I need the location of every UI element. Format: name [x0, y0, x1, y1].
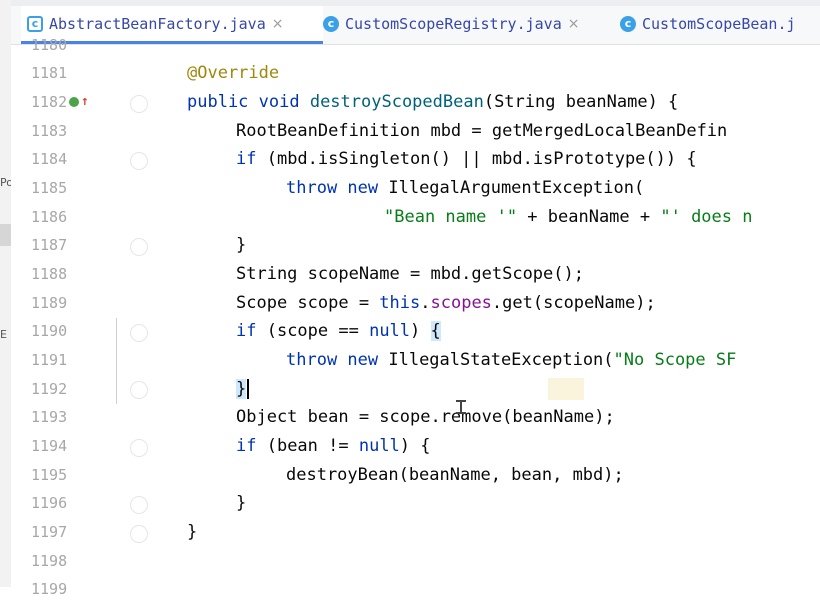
- java-class-icon: c: [620, 15, 636, 32]
- code-line: Object bean = scope.remove(beanName);: [236, 407, 615, 427]
- java-class-icon: c: [27, 15, 43, 32]
- line-number: 1189: [31, 294, 68, 312]
- line-number: 1195: [31, 466, 68, 484]
- fold-icon[interactable]: [130, 152, 148, 170]
- implements-icon: [69, 96, 79, 107]
- fold-icon[interactable]: [130, 324, 148, 342]
- editor-tab-bar: c AbstractBeanFactory.java × c CustomSco…: [11, 0, 820, 45]
- code-line: if (bean != null) {: [236, 436, 431, 456]
- line-number: 1188: [31, 265, 68, 283]
- code-line: }: [236, 235, 247, 255]
- override-marker-icon[interactable]: ↑: [69, 94, 89, 109]
- code-line: throw new IllegalStateException("No Scop…: [286, 350, 737, 370]
- java-class-icon: c: [323, 15, 339, 32]
- tab-custom-scope-registry[interactable]: c CustomScopeRegistry.java ×: [323, 6, 579, 41]
- code-line: @Override: [187, 63, 280, 83]
- fold-icon[interactable]: [130, 496, 148, 514]
- fold-icon[interactable]: [130, 238, 148, 256]
- line-number: 1194: [31, 437, 68, 455]
- line-number: 1198: [31, 552, 68, 570]
- text-caret: [247, 379, 250, 399]
- line-number: 1193: [31, 408, 68, 426]
- line-number: 1196: [31, 494, 68, 512]
- code-line: }: [236, 375, 250, 403]
- line-number: 1183: [31, 122, 68, 140]
- line-number: 1181: [31, 64, 68, 82]
- up-arrow-icon: ↑: [81, 94, 89, 109]
- occurrence-highlight: [548, 378, 584, 400]
- code-line: String scopeName = mbd.getScope();: [236, 264, 584, 284]
- line-number: 1185: [31, 179, 68, 197]
- code-line: Scope scope = this.scopes.get(scopeName)…: [236, 293, 656, 313]
- code-line: if (scope == null) {: [236, 321, 441, 341]
- tab-label: AbstractBeanFactory.java: [49, 14, 266, 33]
- matched-brace: }: [236, 379, 247, 399]
- line-number: 1186: [31, 208, 68, 226]
- fold-icon[interactable]: [130, 95, 148, 113]
- code-line: }: [187, 522, 198, 542]
- tab-custom-scope-bean[interactable]: c CustomScopeBean.j: [620, 6, 796, 41]
- line-number: 1191: [31, 351, 68, 369]
- tab-label: CustomScopeBean.j: [642, 14, 796, 33]
- mouse-text-cursor-icon: [456, 400, 466, 414]
- code-line: public void destroyScopedBean(String bea…: [187, 92, 679, 112]
- line-number: 1180: [31, 36, 68, 54]
- code-line: RootBeanDefinition mbd = getMergedLocalB…: [236, 121, 728, 141]
- adjacent-panel-strip: Po E: [0, 0, 13, 587]
- adjacent-panel-text: E: [0, 328, 7, 341]
- code-line: destroyBean(beanName, bean, mbd);: [286, 465, 624, 485]
- code-line: throw new IllegalArgumentException(: [286, 178, 645, 198]
- line-number: 1184: [31, 150, 68, 168]
- line-number: 1197: [31, 523, 68, 541]
- fold-icon[interactable]: [130, 525, 148, 543]
- line-number: 1187: [31, 236, 68, 254]
- editor-gutter[interactable]: 1180 1181 1182 1183 1184 1185 1186 1187 …: [11, 36, 176, 598]
- code-line: }: [236, 493, 247, 513]
- code-line: "Bean name '" + beanName + "' does n: [384, 207, 753, 227]
- line-number: 1199: [31, 580, 68, 598]
- close-tab-icon[interactable]: ×: [272, 16, 284, 32]
- fold-icon[interactable]: [130, 439, 148, 457]
- close-tab-icon[interactable]: ×: [568, 16, 580, 32]
- code-line: if (mbd.isSingleton() || mbd.isPrototype…: [236, 149, 697, 169]
- line-number: 1182: [31, 93, 68, 111]
- line-number: 1192: [31, 380, 68, 398]
- matched-brace: {: [430, 321, 441, 341]
- line-number: 1190: [31, 322, 68, 340]
- tab-label: CustomScopeRegistry.java: [345, 14, 562, 33]
- adjacent-panel-highlight: [0, 224, 11, 246]
- brace-match-guide: [116, 318, 117, 404]
- fold-icon[interactable]: [130, 381, 148, 399]
